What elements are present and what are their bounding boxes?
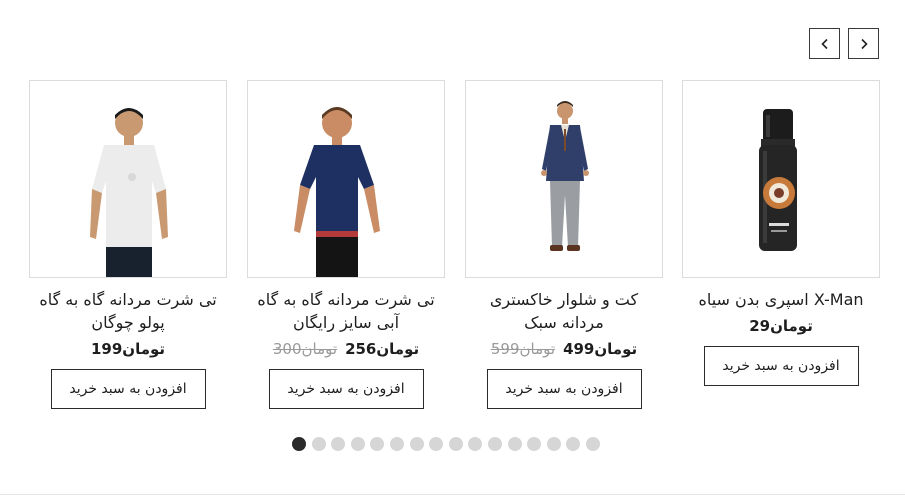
carousel-dot[interactable]	[370, 437, 385, 451]
chevron-right-icon	[860, 38, 868, 49]
currency-label: تومان	[376, 340, 420, 358]
divider	[0, 494, 905, 495]
currency-label: تومان	[519, 340, 556, 358]
price-value: 29	[749, 317, 771, 335]
current-price: تومان29	[749, 315, 813, 337]
blue-tshirt-model-image	[294, 107, 380, 277]
carousel-dot[interactable]	[527, 437, 542, 451]
old-price: تومان300	[273, 338, 337, 360]
carousel-dot[interactable]	[566, 437, 581, 451]
product-image-link[interactable]	[682, 80, 880, 278]
add-to-cart-button[interactable]: افزودن به سبد خرید	[50, 369, 206, 409]
current-price: تومان199	[91, 338, 165, 360]
price-value: 499	[563, 340, 595, 358]
old-price-value: 599	[490, 340, 520, 358]
carousel-dot[interactable]	[448, 437, 463, 451]
carousel-pagination	[292, 437, 600, 451]
carousel-dot[interactable]	[507, 437, 522, 451]
carousel-dot[interactable]	[389, 437, 404, 451]
carousel-dot[interactable]	[429, 437, 444, 451]
product-title[interactable]: X-Man اسپری بدن سیاه	[682, 288, 880, 311]
price-value: 256	[345, 340, 377, 358]
current-price: تومان256	[345, 338, 419, 360]
suit-model-image	[541, 101, 589, 251]
old-price: تومان599	[491, 338, 555, 360]
product-title[interactable]: کت و شلوار خاکستری مردانه سبک	[465, 288, 663, 334]
currency-label: تومان	[770, 317, 813, 335]
product-card: X-Man اسپری بدن سیاه تومان29 افزودن به س…	[682, 80, 880, 386]
carousel-dot[interactable]	[409, 437, 424, 451]
price-row: تومان256 تومان300	[247, 338, 445, 360]
old-price-value: 300	[272, 340, 302, 358]
price-value: 199	[90, 340, 123, 358]
carousel-dot[interactable]	[311, 437, 326, 451]
price-row: تومان499 تومان599	[465, 338, 663, 360]
carousel-dot[interactable]	[350, 437, 365, 451]
product-card: تی شرت مردانه گاه به گاه آبی سایز رایگان…	[247, 80, 445, 409]
carousel-dot[interactable]	[585, 437, 600, 451]
carousel-dot[interactable]	[331, 437, 346, 451]
carousel-dot[interactable]	[468, 437, 483, 451]
product-title[interactable]: تی شرت مردانه گاه به گاه آبی سایز رایگان	[247, 288, 445, 334]
spray-bottle-image	[759, 109, 797, 251]
add-to-cart-button[interactable]: افزودن به سبد خرید	[268, 369, 424, 409]
product-card: تی شرت مردانه گاه به گاه پولو چوگان توما…	[29, 80, 227, 409]
carousel-dot[interactable]	[487, 437, 502, 451]
price-row: تومان29	[682, 315, 880, 337]
chevron-left-icon	[820, 38, 828, 49]
currency-label: تومان	[594, 340, 638, 358]
product-image-link[interactable]	[29, 80, 227, 278]
product-title[interactable]: تی شرت مردانه گاه به گاه پولو چوگان	[29, 288, 227, 334]
carousel-prev-button[interactable]	[809, 28, 840, 59]
current-price: تومان499	[563, 338, 637, 360]
carousel-next-button[interactable]	[848, 28, 879, 59]
carousel-dot[interactable]	[292, 437, 306, 451]
white-tshirt-model-image	[90, 108, 168, 277]
product-card: کت و شلوار خاکستری مردانه سبک تومان499 ت…	[465, 80, 663, 409]
add-to-cart-button[interactable]: افزودن به سبد خرید	[703, 346, 859, 386]
product-image-link[interactable]	[465, 80, 663, 278]
product-image-link[interactable]	[247, 80, 445, 278]
add-to-cart-button[interactable]: افزودن به سبد خرید	[486, 369, 642, 409]
carousel-dot[interactable]	[546, 437, 561, 451]
currency-label: تومان	[301, 340, 338, 358]
price-row: تومان199	[29, 338, 227, 360]
currency-label: تومان	[122, 340, 166, 358]
